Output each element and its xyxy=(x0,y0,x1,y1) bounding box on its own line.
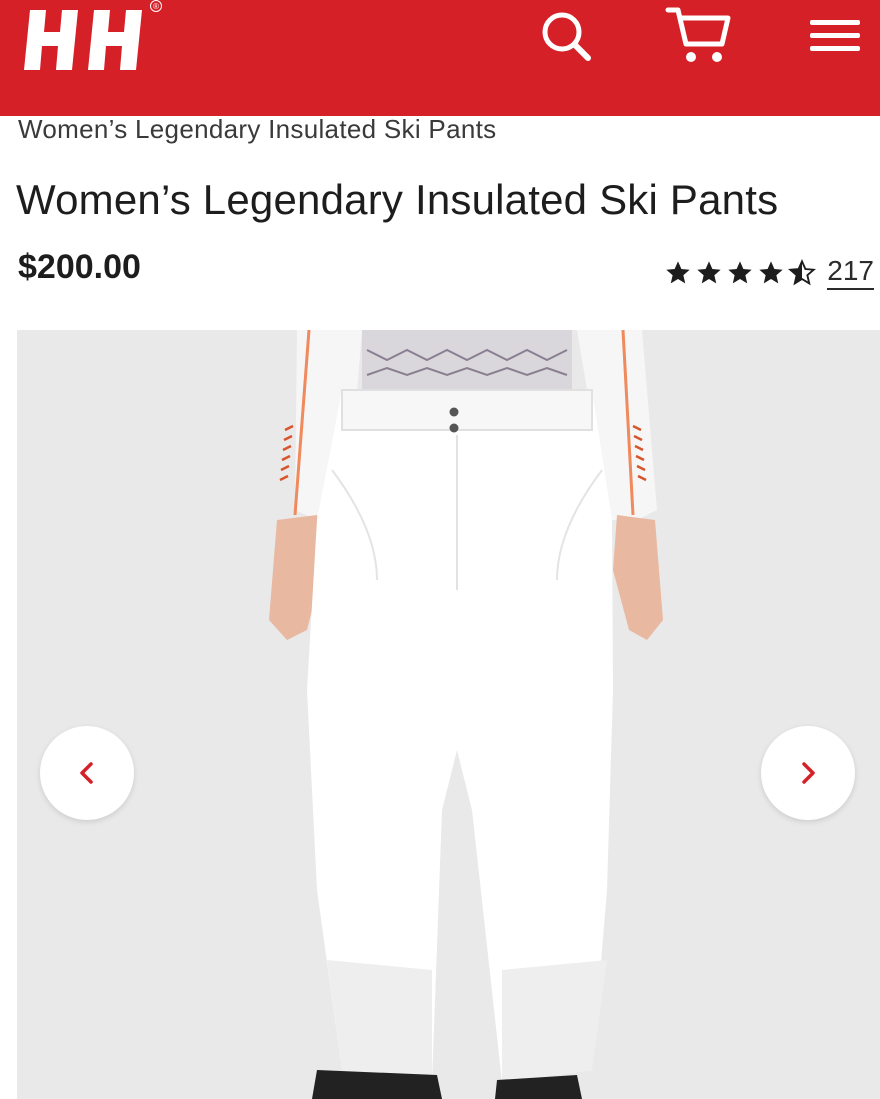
menu-icon xyxy=(810,20,860,51)
product-gallery[interactable] xyxy=(17,330,880,1099)
hh-logo-icon xyxy=(24,10,142,70)
review-count-link[interactable]: 217 xyxy=(827,256,874,290)
product-price: $200.00 xyxy=(18,248,141,286)
registered-mark: ® xyxy=(150,0,162,12)
product-rating[interactable]: 217 xyxy=(663,252,874,294)
star-full-icon xyxy=(666,261,690,284)
star-full-icon xyxy=(728,261,752,284)
breadcrumb[interactable]: Women’s Legendary Insulated Ski Pants xyxy=(18,114,496,145)
star-full-icon xyxy=(697,261,721,284)
star-half-icon xyxy=(788,259,817,286)
chevron-right-icon xyxy=(802,762,815,784)
product-title: Women’s Legendary Insulated Ski Pants xyxy=(16,176,779,223)
star-full-icon xyxy=(759,261,783,284)
cart-icon xyxy=(665,7,731,62)
cart-button[interactable] xyxy=(664,2,734,68)
search-icon xyxy=(542,12,591,61)
menu-button[interactable] xyxy=(806,10,864,60)
search-button[interactable] xyxy=(538,8,594,64)
next-image-button[interactable] xyxy=(761,726,855,820)
brand-logo[interactable] xyxy=(24,8,150,77)
rating-stars xyxy=(663,259,817,287)
chevron-left-icon xyxy=(80,762,93,784)
product-image xyxy=(17,330,880,1099)
previous-image-button[interactable] xyxy=(40,726,134,820)
site-header: ® xyxy=(0,0,880,116)
